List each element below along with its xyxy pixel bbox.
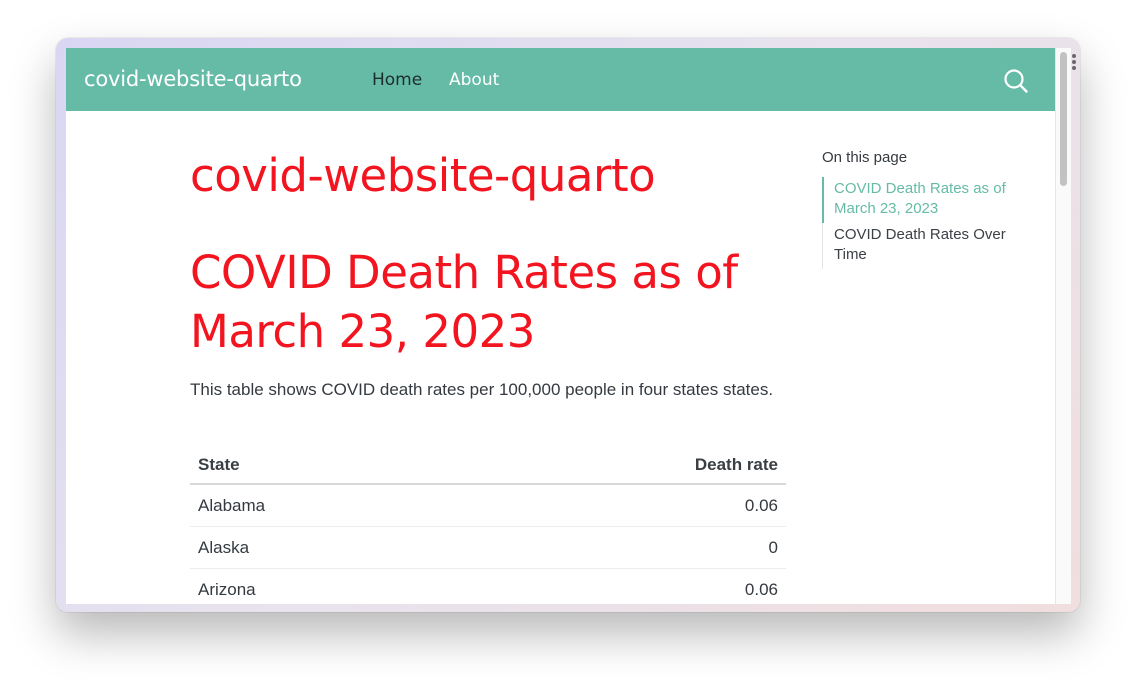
toc-item-death-rates[interactable]: COVID Death Rates as of March 23, 2023 — [822, 177, 1032, 223]
cell-state: Alabama — [190, 484, 462, 527]
table-of-contents: On this page COVID Death Rates as of Mar… — [822, 149, 1032, 269]
more-options-icon[interactable] — [1072, 54, 1076, 70]
navbar: covid-website-quarto Home About — [66, 48, 1055, 111]
table-header-row: State Death rate — [190, 446, 786, 485]
site-brand[interactable]: covid-website-quarto — [84, 67, 302, 91]
scrollbar-thumb[interactable] — [1060, 52, 1067, 186]
page-title: covid-website-quarto — [190, 149, 656, 202]
column-header-state: State — [190, 446, 462, 485]
cell-state: Arizona — [190, 568, 462, 604]
browser-window: covid-website-quarto Home About covid-we… — [56, 38, 1080, 612]
search-icon[interactable] — [1003, 68, 1029, 94]
death-rate-table: State Death rate Alabama 0.06 Alaska 0 A… — [190, 446, 786, 604]
column-header-death-rate: Death rate — [461, 446, 786, 485]
toc-list: COVID Death Rates as of March 23, 2023 C… — [822, 177, 1032, 269]
table-row: Alabama 0.06 — [190, 484, 786, 527]
nav-link-home[interactable]: Home — [372, 70, 422, 90]
section-heading-death-rates: COVID Death Rates as of March 23, 2023 — [190, 246, 738, 358]
cell-death-rate: 0 — [461, 526, 786, 569]
table-row: Alaska 0 — [190, 526, 786, 569]
vertical-scrollbar[interactable] — [1055, 48, 1071, 604]
cell-state: Alaska — [190, 526, 462, 569]
page-viewport: covid-website-quarto Home About covid-we… — [66, 48, 1055, 604]
toc-heading: On this page — [822, 149, 908, 166]
table-row: Arizona 0.06 — [190, 568, 786, 604]
cell-death-rate: 0.06 — [461, 484, 786, 527]
nav-link-about[interactable]: About — [449, 70, 499, 90]
cell-death-rate: 0.06 — [461, 568, 786, 604]
intro-paragraph: This table shows COVID death rates per 1… — [190, 380, 774, 399]
toc-item-death-rates-over-time[interactable]: COVID Death Rates Over Time — [823, 223, 1032, 269]
